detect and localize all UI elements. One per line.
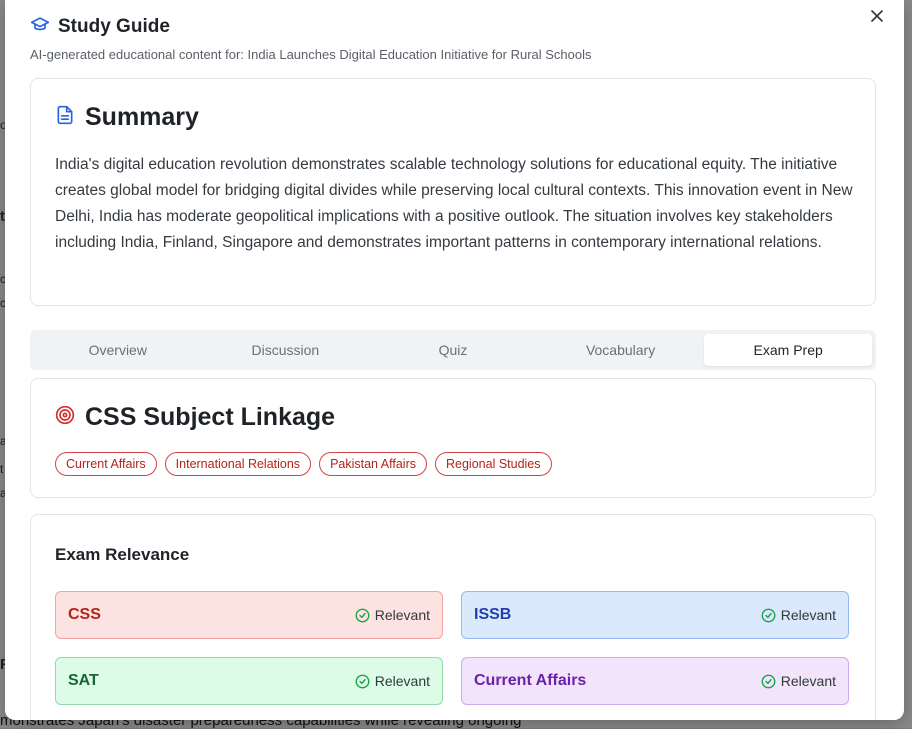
check-circle-icon [761,674,776,688]
exam-status: Relevant [761,673,836,689]
exam-name: Current Affairs [474,672,587,689]
subject-tags: Current Affairs International Relations … [55,452,552,476]
subject-tag[interactable]: Current Affairs [55,452,157,476]
exam-status: Relevant [761,607,836,623]
modal-title: Study Guide [58,15,170,37]
exam-name: ISSB [474,606,512,623]
subject-tag[interactable]: Pakistan Affairs [319,452,427,476]
check-circle-icon [761,608,776,622]
summary-card: Summary India's digital education revolu… [30,78,876,306]
tab-vocabulary[interactable]: Vocabulary [537,334,705,366]
modal-header: Study Guide AI-generated educational con… [30,14,870,63]
exam-status-label: Relevant [374,607,430,623]
linkage-title: CSS Subject Linkage [85,403,336,431]
subject-tag[interactable]: Regional Studies [435,452,552,476]
exam-status-label: Relevant [780,607,836,623]
exam-item-css: CSS Relevant [55,591,443,639]
exam-status: Relevant [355,607,430,623]
subject-tag[interactable]: International Relations [164,452,312,476]
close-button[interactable] [867,6,887,26]
exam-status-label: Relevant [374,673,430,689]
exam-name: CSS [68,606,101,623]
exam-name: SAT [68,672,99,689]
exam-status: Relevant [355,673,430,689]
study-guide-modal: Study Guide AI-generated educational con… [5,0,904,720]
document-icon [55,104,75,131]
exam-item-sat: SAT Relevant [55,657,443,705]
exam-relevance-card: Exam Relevance CSS Relevant ISSB Relevan… [30,514,876,720]
tab-overview[interactable]: Overview [34,334,202,366]
exam-status-label: Relevant [780,673,836,689]
background-fragment: t [0,462,4,476]
study-tabs: Overview Discussion Quiz Vocabulary Exam… [30,330,876,370]
tab-discussion[interactable]: Discussion [202,334,370,366]
summary-text: India's digital education revolution dem… [55,156,853,251]
exam-relevance-title: Exam Relevance [55,545,190,564]
summary-title: Summary [85,103,199,131]
tab-quiz[interactable]: Quiz [369,334,537,366]
target-icon [55,405,75,430]
exam-item-current-affairs: Current Affairs Relevant [461,657,849,705]
tab-exam-prep[interactable]: Exam Prep [704,334,872,366]
exam-item-issb: ISSB Relevant [461,591,849,639]
modal-subtitle: AI-generated educational content for: In… [30,47,592,62]
graduation-cap-icon [30,14,50,39]
subject-linkage-card: CSS Subject Linkage Current Affairs Inte… [30,378,876,498]
check-circle-icon [355,608,370,622]
check-circle-icon [355,674,370,688]
close-icon [871,10,883,22]
